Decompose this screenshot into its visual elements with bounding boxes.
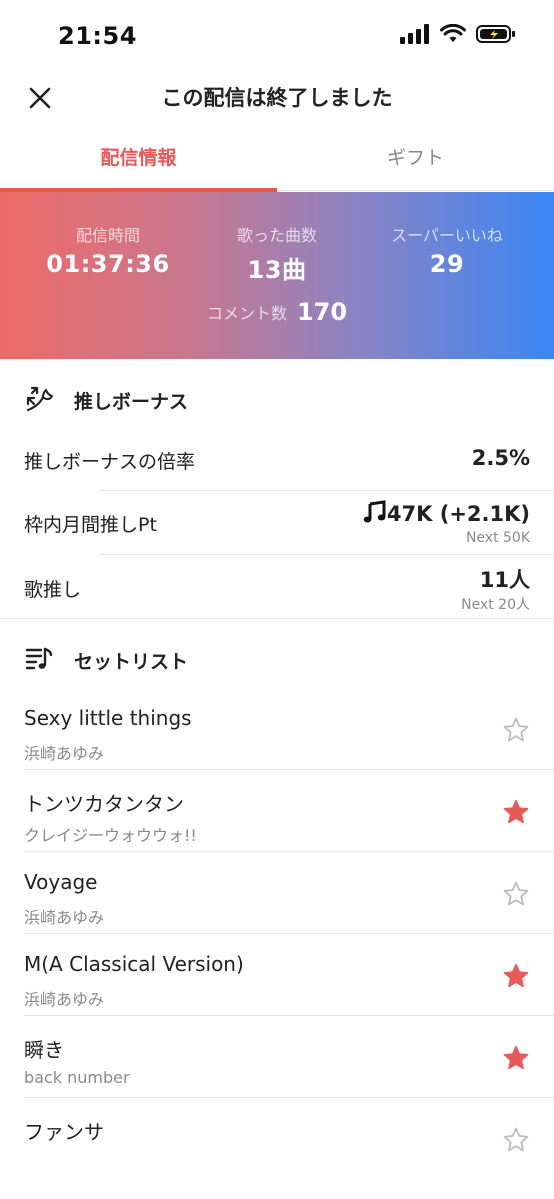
section-divider [0, 618, 554, 619]
song-title: M(A Classical Version) [24, 952, 244, 976]
status-bar: 21:54 [0, 0, 554, 70]
music-list-icon [25, 647, 53, 670]
stat-songs-label: 歌った曲数 [236, 226, 317, 245]
tab-divider [277, 190, 554, 191]
status-time: 21:54 [58, 22, 137, 50]
stat-comments: コメント数 170 [0, 298, 554, 326]
monthly-oshi-pt-row: 枠内月間推しPt 47K (+2.1K) Next 50K [0, 491, 554, 554]
page-title: この配信は終了しました [161, 86, 393, 110]
oshi-bonus-header: 推しボーナス [0, 370, 554, 430]
status-icons [400, 24, 516, 44]
tab-bar: 配信情報 ギフト [0, 130, 554, 192]
setlist-item[interactable]: トンツカタンタン クレイジーウォウウォ!! [0, 770, 554, 852]
stat-super-likes-label: スーパーいいね [391, 226, 503, 245]
song-artist: back number [24, 1068, 130, 1087]
setlist-item[interactable]: 瞬き back number [0, 1016, 554, 1098]
wifi-icon [440, 24, 466, 42]
song-oshi-value: 11人 [479, 568, 530, 592]
wing-arrow-icon [26, 386, 53, 412]
song-title: ファンサ [24, 1120, 104, 1144]
song-oshi-row: 歌推し 11人 Next 20人 [0, 555, 554, 618]
tab-stream-info[interactable]: 配信情報 [0, 130, 277, 188]
bonus-rate-label: 推しボーナスの倍率 [24, 451, 196, 473]
stat-duration-label: 配信時間 [75, 226, 140, 245]
stat-comments-value: 170 [296, 298, 348, 326]
stat-duration-value: 01:37:36 [46, 250, 170, 278]
music-note-icon [363, 500, 386, 523]
song-artist: 浜崎あゆみ [24, 744, 105, 763]
stat-songs-value: 13曲 [247, 256, 307, 284]
setlist-header: セットリスト [0, 630, 554, 690]
tab-gift[interactable]: ギフト [277, 130, 554, 188]
song-title: Voyage [24, 870, 98, 894]
bonus-rate-value: 2.5% [471, 446, 530, 470]
star-outline-icon[interactable] [502, 880, 530, 908]
stats-banner: 配信時間 01:37:36 歌った曲数 13曲 スーパーいいね 29 コメント数… [0, 192, 554, 359]
star-filled-icon[interactable] [502, 1044, 530, 1072]
stat-super-likes-value: 29 [429, 250, 465, 278]
star-outline-icon[interactable] [502, 716, 530, 744]
setlist-item[interactable]: Voyage 浜崎あゆみ [0, 852, 554, 934]
star-outline-icon[interactable] [502, 1126, 530, 1154]
oshi-bonus-title: 推しボーナス [74, 391, 189, 413]
setlist-item[interactable]: Sexy little things 浜崎あゆみ [0, 688, 554, 770]
setlist-item[interactable]: ファンサ [0, 1098, 554, 1199]
song-title: 瞬き [24, 1038, 64, 1062]
song-artist: 浜崎あゆみ [24, 908, 105, 927]
star-filled-icon[interactable] [502, 798, 530, 826]
battery-icon [476, 25, 515, 43]
nav-header: この配信は終了しました [0, 70, 554, 126]
setlist-item[interactable]: M(A Classical Version) 浜崎あゆみ [0, 934, 554, 1016]
song-artist: 浜崎あゆみ [24, 990, 105, 1009]
song-title: Sexy little things [24, 706, 192, 730]
setlist-title: セットリスト [74, 651, 189, 673]
star-filled-icon[interactable] [502, 962, 530, 990]
song-artist: クレイジーウォウウォ!! [24, 826, 197, 845]
song-title: トンツカタンタン [24, 792, 184, 816]
stat-songs: 歌った曲数 13曲 [185, 222, 369, 285]
stat-comments-label: コメント数 [206, 304, 287, 323]
cellular-signal-icon [400, 24, 429, 44]
song-oshi-label: 歌推し [24, 579, 82, 601]
stat-super-likes: スーパーいいね 29 [355, 222, 539, 278]
bonus-rate-row: 推しボーナスの倍率 2.5% [0, 430, 554, 490]
monthly-oshi-pt-label: 枠内月間推しPt [24, 514, 157, 536]
monthly-oshi-pt-next: Next 50K [465, 530, 530, 546]
monthly-oshi-pt-value-wrap: 47K (+2.1K) [363, 500, 530, 526]
stat-duration: 配信時間 01:37:36 [16, 222, 200, 278]
monthly-oshi-pt-value: 47K (+2.1K) [386, 502, 530, 526]
song-oshi-next: Next 20人 [461, 597, 530, 613]
